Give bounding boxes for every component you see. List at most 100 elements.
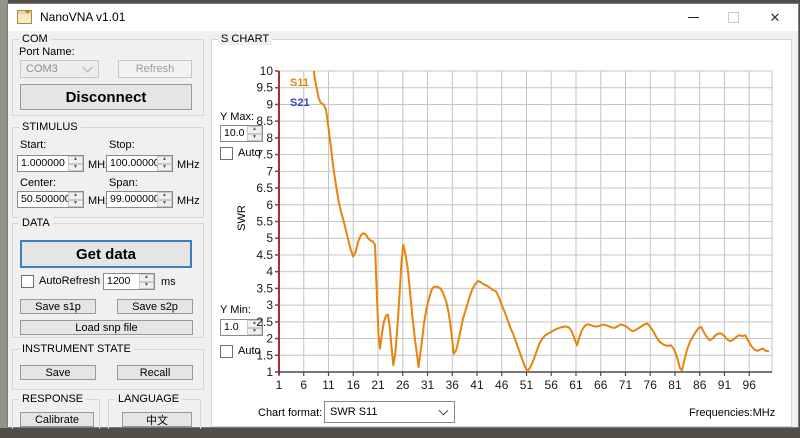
svg-text:6: 6	[266, 198, 273, 212]
svg-text:76: 76	[644, 378, 658, 390]
svg-text:36: 36	[446, 378, 460, 390]
load-snp-file-button[interactable]: Load snp file	[20, 320, 193, 335]
stop-unit-label: MHz	[177, 159, 200, 171]
spinner-down-button[interactable]: ▼	[68, 200, 83, 208]
svg-text:1.5: 1.5	[256, 348, 273, 362]
port-name-label: Port Name:	[19, 46, 75, 58]
stop-label: Stop:	[109, 139, 135, 151]
chart-format-value: SWR S11	[330, 406, 377, 418]
get-data-button[interactable]: Get data	[20, 240, 192, 268]
close-button[interactable]: ✕	[756, 4, 794, 31]
svg-text:21: 21	[371, 378, 385, 390]
response-group-label: RESPONSE	[19, 393, 86, 405]
refresh-button[interactable]: Refresh	[118, 60, 192, 78]
stop-value[interactable]: 100.000000	[107, 156, 157, 171]
app-window: NanoVNA v1.01 ✕ COM Port Name: COM3 Refr…	[7, 3, 799, 428]
s-chart-group: S CHART Y Max: 10.0 ▲▼ Auto SWR Y Min: 1…	[211, 39, 792, 427]
svg-text:41: 41	[470, 378, 484, 390]
svg-text:2: 2	[266, 332, 273, 346]
spinner-down-button[interactable]: ▼	[139, 282, 154, 290]
svg-text:9: 9	[266, 97, 273, 111]
chart-format-select[interactable]: SWR S11	[324, 401, 455, 423]
svg-text:61: 61	[569, 378, 583, 390]
center-label: Center:	[20, 177, 56, 189]
data-group-label: DATA	[19, 217, 53, 229]
title-bar: NanoVNA v1.01 ✕	[8, 4, 798, 31]
center-value[interactable]: 50.500000	[18, 192, 68, 207]
spinner-up-button[interactable]: ▲	[139, 274, 154, 282]
spinner-up-button[interactable]: ▲	[157, 156, 172, 164]
chevron-down-icon	[439, 406, 449, 416]
span-label: Span:	[109, 177, 138, 189]
stimulus-group: STIMULUS Start: 1.000000 ▲▼ MHz Stop: 10…	[12, 127, 204, 218]
ymax-auto-checkbox[interactable]	[220, 147, 233, 160]
language-group-label: LANGUAGE	[115, 393, 182, 405]
response-group: RESPONSE Calibrate	[12, 399, 100, 429]
start-value[interactable]: 1.000000	[18, 156, 68, 171]
legend-s21: S21	[290, 97, 310, 109]
chevron-down-icon	[83, 63, 93, 73]
language-group: LANGUAGE 中文	[108, 399, 201, 429]
span-spinner: 99.000000 ▲▼	[106, 191, 173, 208]
svg-text:4.5: 4.5	[256, 248, 273, 262]
com-group-label: COM	[19, 33, 51, 45]
swr-chart-canvas: 109.598.587.576.565.554.543.532.521.5116…	[237, 60, 787, 390]
center-spinner: 50.500000 ▲▼	[17, 191, 84, 208]
stop-spinner: 100.000000 ▲▼	[106, 155, 173, 172]
svg-text:46: 46	[495, 378, 509, 390]
span-unit-label: MHz	[177, 195, 200, 207]
minimize-button[interactable]	[674, 4, 712, 31]
spinner-down-button[interactable]: ▼	[68, 164, 83, 172]
svg-text:6: 6	[300, 378, 307, 390]
language-button[interactable]: 中文	[122, 412, 192, 427]
start-spinner: 1.000000 ▲▼	[17, 155, 84, 172]
svg-text:5: 5	[266, 231, 273, 245]
svg-text:51: 51	[520, 378, 534, 390]
span-value[interactable]: 99.000000	[107, 192, 157, 207]
svg-text:5.5: 5.5	[256, 215, 273, 229]
svg-text:56: 56	[545, 378, 559, 390]
interval-spinner: 1200 ▲▼	[103, 273, 155, 290]
chart-format-label: Chart format:	[258, 407, 322, 419]
svg-text:16: 16	[347, 378, 361, 390]
svg-text:3: 3	[266, 298, 273, 312]
svg-text:1: 1	[266, 365, 273, 379]
minimize-icon	[688, 17, 699, 18]
spinner-down-button[interactable]: ▼	[157, 200, 172, 208]
ymin-auto-checkbox[interactable]	[220, 345, 233, 358]
instrument-state-group: INSTRUMENT STATE Save Recall	[12, 349, 204, 390]
svg-text:26: 26	[396, 378, 410, 390]
svg-text:3.5: 3.5	[256, 281, 273, 295]
svg-text:8.5: 8.5	[256, 114, 273, 128]
interval-value[interactable]: 1200	[104, 274, 139, 289]
svg-text:86: 86	[693, 378, 707, 390]
svg-text:66: 66	[594, 378, 608, 390]
maximize-button[interactable]	[714, 4, 752, 31]
disconnect-button[interactable]: Disconnect	[20, 84, 192, 110]
svg-text:91: 91	[718, 378, 732, 390]
maximize-icon	[728, 12, 739, 23]
spinner-down-button[interactable]: ▼	[157, 164, 172, 172]
s-chart-group-label: S CHART	[218, 33, 272, 45]
port-select[interactable]: COM3	[20, 60, 99, 78]
save-state-button[interactable]: Save	[20, 365, 96, 380]
stimulus-group-label: STIMULUS	[19, 121, 81, 133]
spinner-up-button[interactable]: ▲	[68, 156, 83, 164]
calibrate-button[interactable]: Calibrate	[20, 412, 94, 427]
save-s1p-button[interactable]: Save s1p	[20, 299, 96, 314]
s11-curve	[311, 60, 769, 371]
x-axis-title: Frequencies:MHz	[689, 407, 775, 419]
autorefresh-checkbox[interactable]	[21, 275, 34, 288]
svg-text:6.5: 6.5	[256, 181, 273, 195]
svg-text:81: 81	[668, 378, 682, 390]
recall-state-button[interactable]: Recall	[117, 365, 193, 380]
autorefresh-label: AutoRefresh	[39, 275, 100, 287]
com-group: COM Port Name: COM3 Refresh Disconnect	[12, 39, 204, 116]
spinner-up-button[interactable]: ▲	[68, 192, 83, 200]
svg-text:71: 71	[619, 378, 633, 390]
save-s2p-button[interactable]: Save s2p	[117, 299, 193, 314]
spinner-up-button[interactable]: ▲	[157, 192, 172, 200]
window-title: NanoVNA v1.01	[40, 10, 125, 24]
svg-text:4: 4	[266, 265, 273, 279]
svg-text:11: 11	[322, 378, 335, 390]
